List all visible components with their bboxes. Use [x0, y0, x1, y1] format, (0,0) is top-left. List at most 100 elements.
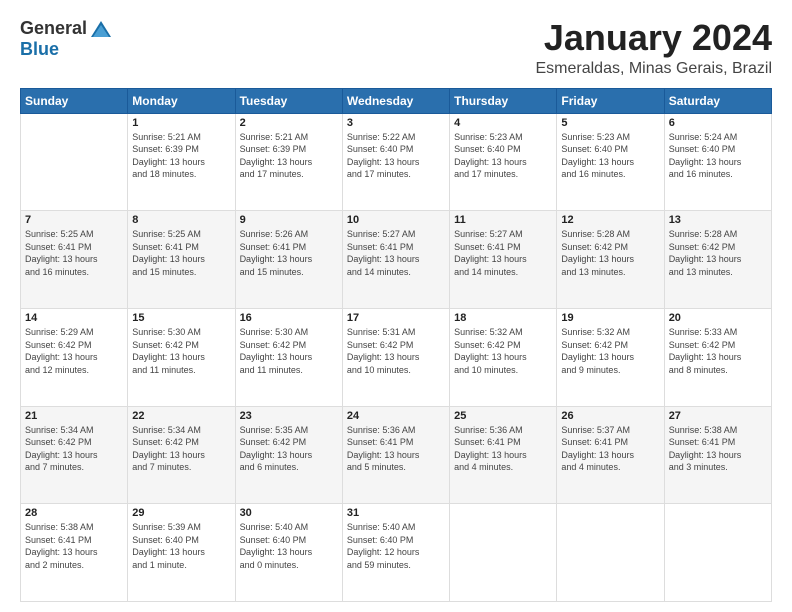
table-row: 6 Sunrise: 5:24 AM Sunset: 6:40 PM Daylig…	[664, 113, 771, 211]
day-number: 12	[561, 214, 659, 226]
day-info: Sunrise: 5:23 AM Sunset: 6:40 PM Dayligh…	[561, 131, 659, 181]
day-info: Sunrise: 5:25 AM Sunset: 6:41 PM Dayligh…	[132, 228, 230, 278]
table-row: 23Sunrise: 5:35 AM Sunset: 6:42 PM Dayli…	[235, 406, 342, 504]
day-number: 31	[347, 507, 445, 519]
logo-icon	[89, 19, 113, 39]
day-info: Sunrise: 5:40 AM Sunset: 6:40 PM Dayligh…	[240, 521, 338, 571]
day-info: Sunrise: 5:28 AM Sunset: 6:42 PM Dayligh…	[561, 228, 659, 278]
header-wednesday: Wednesday	[342, 88, 449, 113]
day-info: Sunrise: 5:34 AM Sunset: 6:42 PM Dayligh…	[132, 424, 230, 474]
table-row: 3Sunrise: 5:22 AM Sunset: 6:40 PM Daylig…	[342, 113, 449, 211]
day-info: Sunrise: 5:38 AM Sunset: 6:41 PM Dayligh…	[25, 521, 123, 571]
day-info: Sunrise: 5:30 AM Sunset: 6:42 PM Dayligh…	[240, 326, 338, 376]
day-info: Sunrise: 5:32 AM Sunset: 6:42 PM Dayligh…	[561, 326, 659, 376]
day-number: 2	[240, 117, 338, 129]
table-row	[557, 504, 664, 602]
day-number: 19	[561, 312, 659, 324]
day-number: 28	[25, 507, 123, 519]
day-info: Sunrise: 5:34 AM Sunset: 6:42 PM Dayligh…	[25, 424, 123, 474]
table-row: 21Sunrise: 5:34 AM Sunset: 6:42 PM Dayli…	[21, 406, 128, 504]
table-row: 31 Sunrise: 5:40 AM Sunset: 6:40 PM Dayli…	[342, 504, 449, 602]
header-saturday: Saturday	[664, 88, 771, 113]
calendar-week-row: 7 Sunrise: 5:25 AM Sunset: 6:41 PM Daylig…	[21, 211, 772, 309]
calendar-header-row: Sunday Monday Tuesday Wednesday Thursday…	[21, 88, 772, 113]
table-row: 28 Sunrise: 5:38 AM Sunset: 6:41 PM Dayli…	[21, 504, 128, 602]
page: General Blue January 2024 Esmeraldas, Mi…	[0, 0, 792, 612]
table-row: 5 Sunrise: 5:23 AM Sunset: 6:40 PM Daylig…	[557, 113, 664, 211]
day-info: Sunrise: 5:22 AM Sunset: 6:40 PM Dayligh…	[347, 131, 445, 181]
day-info: Sunrise: 5:21 AM Sunset: 6:39 PM Dayligh…	[240, 131, 338, 181]
table-row: 16Sunrise: 5:30 AM Sunset: 6:42 PM Dayli…	[235, 308, 342, 406]
day-info: Sunrise: 5:38 AM Sunset: 6:41 PM Dayligh…	[669, 424, 767, 474]
table-row: 10Sunrise: 5:27 AM Sunset: 6:41 PM Dayli…	[342, 211, 449, 309]
header-monday: Monday	[128, 88, 235, 113]
day-info: Sunrise: 5:26 AM Sunset: 6:41 PM Dayligh…	[240, 228, 338, 278]
table-row: 1Sunrise: 5:21 AM Sunset: 6:39 PM Daylig…	[128, 113, 235, 211]
table-row: 22 Sunrise: 5:34 AM Sunset: 6:42 PM Dayli…	[128, 406, 235, 504]
table-row: 12 Sunrise: 5:28 AM Sunset: 6:42 PM Dayli…	[557, 211, 664, 309]
day-info: Sunrise: 5:35 AM Sunset: 6:42 PM Dayligh…	[240, 424, 338, 474]
table-row: 18Sunrise: 5:32 AM Sunset: 6:42 PM Dayli…	[450, 308, 557, 406]
day-info: Sunrise: 5:23 AM Sunset: 6:40 PM Dayligh…	[454, 131, 552, 181]
day-number: 26	[561, 410, 659, 422]
day-number: 14	[25, 312, 123, 324]
table-row: 2 Sunrise: 5:21 AM Sunset: 6:39 PM Daylig…	[235, 113, 342, 211]
table-row: 9 Sunrise: 5:26 AM Sunset: 6:41 PM Daylig…	[235, 211, 342, 309]
logo-blue-text: Blue	[20, 39, 59, 60]
calendar-week-row: 1Sunrise: 5:21 AM Sunset: 6:39 PM Daylig…	[21, 113, 772, 211]
day-info: Sunrise: 5:30 AM Sunset: 6:42 PM Dayligh…	[132, 326, 230, 376]
table-row: 14Sunrise: 5:29 AM Sunset: 6:42 PM Dayli…	[21, 308, 128, 406]
calendar-table: Sunday Monday Tuesday Wednesday Thursday…	[20, 88, 772, 602]
table-row: 27 Sunrise: 5:38 AM Sunset: 6:41 PM Dayli…	[664, 406, 771, 504]
day-number: 6	[669, 117, 767, 129]
day-info: Sunrise: 5:40 AM Sunset: 6:40 PM Dayligh…	[347, 521, 445, 571]
day-info: Sunrise: 5:36 AM Sunset: 6:41 PM Dayligh…	[347, 424, 445, 474]
month-title: January 2024	[535, 18, 772, 58]
day-info: Sunrise: 5:36 AM Sunset: 6:41 PM Dayligh…	[454, 424, 552, 474]
table-row	[664, 504, 771, 602]
calendar-week-row: 21Sunrise: 5:34 AM Sunset: 6:42 PM Dayli…	[21, 406, 772, 504]
day-info: Sunrise: 5:33 AM Sunset: 6:42 PM Dayligh…	[669, 326, 767, 376]
title-area: January 2024 Esmeraldas, Minas Gerais, B…	[535, 18, 772, 78]
day-number: 22	[132, 410, 230, 422]
table-row	[21, 113, 128, 211]
day-info: Sunrise: 5:25 AM Sunset: 6:41 PM Dayligh…	[25, 228, 123, 278]
table-row: 20Sunrise: 5:33 AM Sunset: 6:42 PM Dayli…	[664, 308, 771, 406]
table-row: 25 Sunrise: 5:36 AM Sunset: 6:41 PM Dayli…	[450, 406, 557, 504]
day-info: Sunrise: 5:21 AM Sunset: 6:39 PM Dayligh…	[132, 131, 230, 181]
header-thursday: Thursday	[450, 88, 557, 113]
day-number: 18	[454, 312, 552, 324]
day-info: Sunrise: 5:24 AM Sunset: 6:40 PM Dayligh…	[669, 131, 767, 181]
table-row: 4 Sunrise: 5:23 AM Sunset: 6:40 PM Daylig…	[450, 113, 557, 211]
day-number: 8	[132, 214, 230, 226]
table-row: 26 Sunrise: 5:37 AM Sunset: 6:41 PM Dayli…	[557, 406, 664, 504]
day-number: 5	[561, 117, 659, 129]
day-number: 30	[240, 507, 338, 519]
header-sunday: Sunday	[21, 88, 128, 113]
table-row: 24 Sunrise: 5:36 AM Sunset: 6:41 PM Dayli…	[342, 406, 449, 504]
table-row: 15Sunrise: 5:30 AM Sunset: 6:42 PM Dayli…	[128, 308, 235, 406]
day-info: Sunrise: 5:28 AM Sunset: 6:42 PM Dayligh…	[669, 228, 767, 278]
day-number: 9	[240, 214, 338, 226]
day-number: 24	[347, 410, 445, 422]
logo-general-text: General	[20, 18, 87, 39]
header-friday: Friday	[557, 88, 664, 113]
day-number: 13	[669, 214, 767, 226]
day-number: 27	[669, 410, 767, 422]
header: General Blue January 2024 Esmeraldas, Mi…	[20, 18, 772, 78]
day-number: 7	[25, 214, 123, 226]
day-number: 17	[347, 312, 445, 324]
header-tuesday: Tuesday	[235, 88, 342, 113]
table-row: 30 Sunrise: 5:40 AM Sunset: 6:40 PM Dayli…	[235, 504, 342, 602]
table-row	[450, 504, 557, 602]
day-number: 4	[454, 117, 552, 129]
day-number: 11	[454, 214, 552, 226]
day-number: 25	[454, 410, 552, 422]
table-row: 7 Sunrise: 5:25 AM Sunset: 6:41 PM Daylig…	[21, 211, 128, 309]
day-number: 29	[132, 507, 230, 519]
day-info: Sunrise: 5:37 AM Sunset: 6:41 PM Dayligh…	[561, 424, 659, 474]
logo: General Blue	[20, 18, 113, 60]
table-row: 19 Sunrise: 5:32 AM Sunset: 6:42 PM Dayli…	[557, 308, 664, 406]
day-info: Sunrise: 5:27 AM Sunset: 6:41 PM Dayligh…	[347, 228, 445, 278]
table-row: 8 Sunrise: 5:25 AM Sunset: 6:41 PM Daylig…	[128, 211, 235, 309]
